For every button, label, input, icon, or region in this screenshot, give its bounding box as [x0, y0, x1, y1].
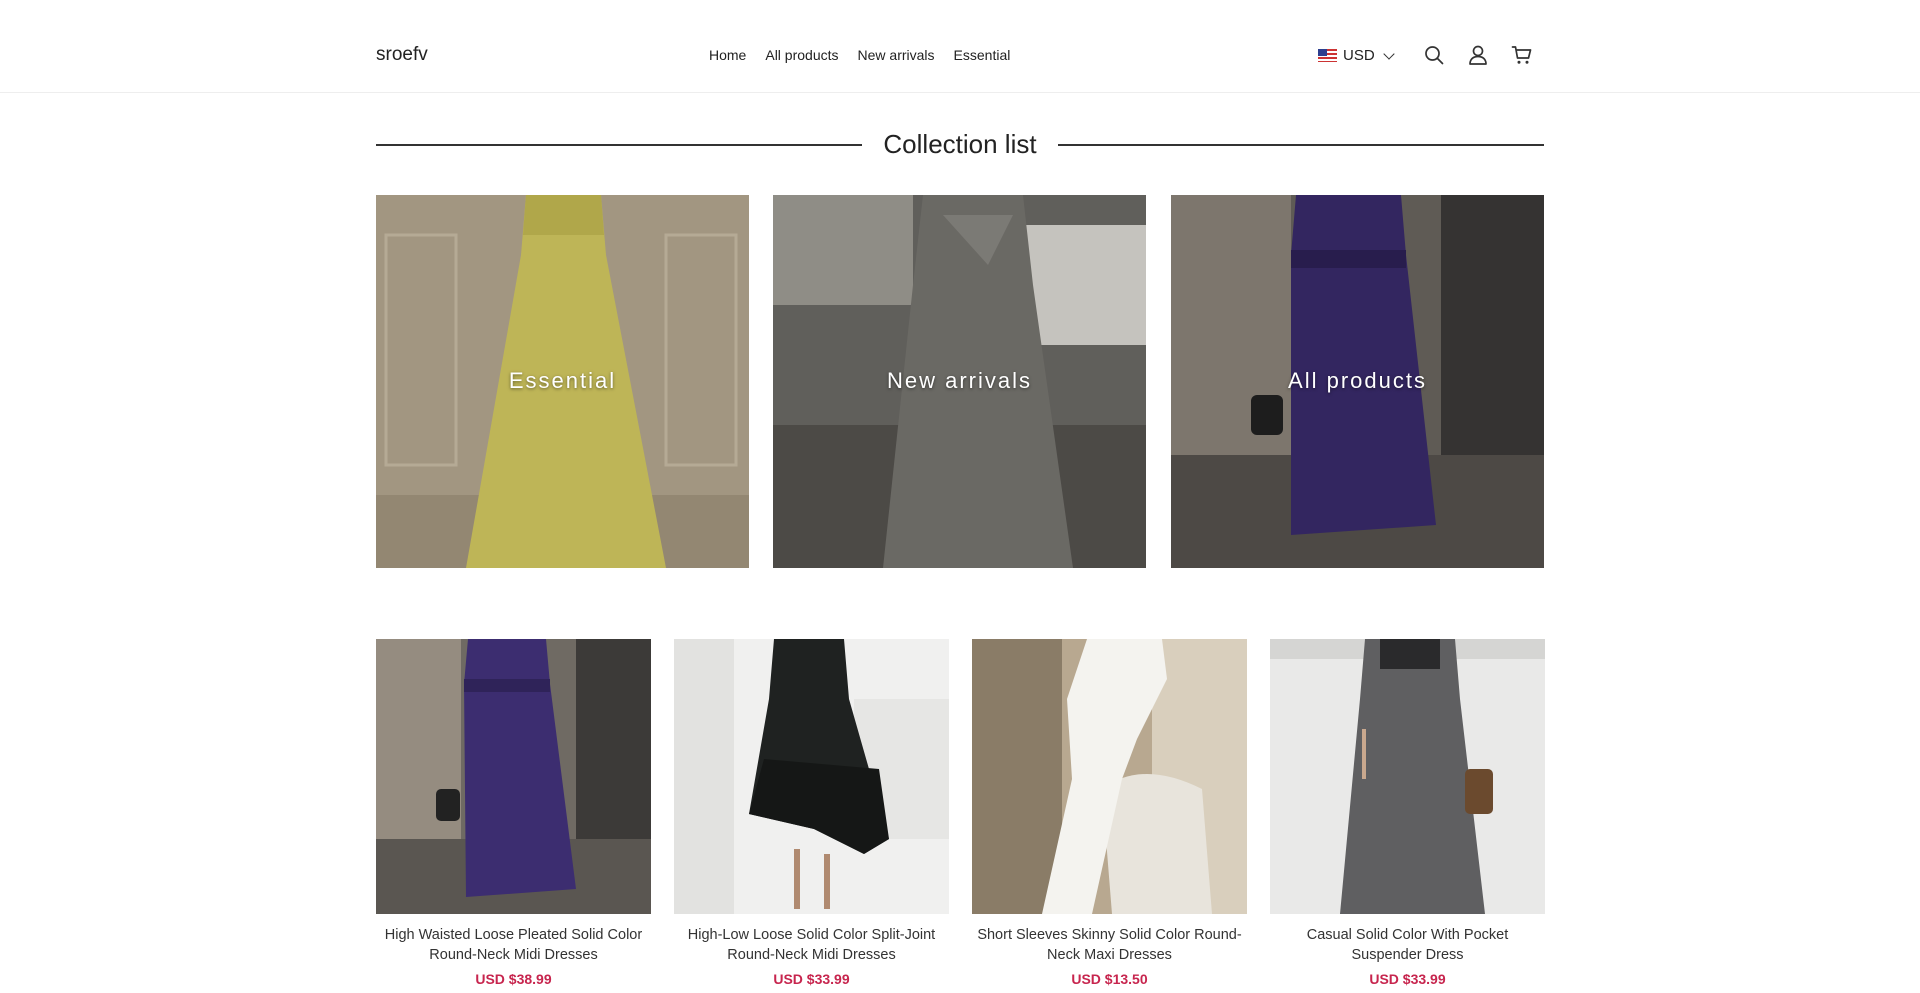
product-card[interactable]: Casual Solid Color With Pocket Suspender…	[1270, 639, 1545, 987]
product-card[interactable]: High Waisted Loose Pleated Solid Color R…	[376, 639, 651, 987]
product-name: Short Sleeves Skinny Solid Color Round-N…	[977, 927, 1242, 963]
collection-tile-new-arrivals[interactable]: New arrivals	[773, 195, 1146, 568]
product-card[interactable]: Short Sleeves Skinny Solid Color Round-N…	[972, 639, 1247, 987]
collection-tile-all-products[interactable]: All products	[1171, 195, 1544, 568]
collection-label: All products	[1288, 368, 1427, 393]
collection-title: Collection list	[865, 129, 1055, 159]
collection-tile-essential[interactable]: Essential	[376, 195, 749, 568]
store-logo[interactable]: sroefv	[376, 44, 428, 66]
main-nav: Home All products New arrivals Essential	[709, 47, 1010, 63]
product-image	[376, 639, 651, 914]
product-name: High-Low Loose Solid Color Split-Joint R…	[687, 927, 936, 963]
site-header: sroefv Home All products New arrivals Es…	[0, 0, 1920, 93]
nav-all-products[interactable]: All products	[765, 47, 838, 63]
product-image	[674, 639, 949, 914]
product-price: USD $33.99	[1369, 971, 1446, 987]
product-card[interactable]: High-Low Loose Solid Color Split-Joint R…	[674, 639, 949, 987]
currency-label: USD	[1343, 47, 1375, 64]
nav-new-arrivals[interactable]: New arrivals	[858, 47, 935, 63]
product-name: Casual Solid Color With Pocket Suspender…	[1306, 927, 1509, 963]
chevron-down-icon	[1383, 47, 1395, 60]
search-icon[interactable]	[1423, 44, 1445, 66]
product-price: USD $13.50	[1071, 971, 1148, 987]
collection-heading: Collection list	[376, 126, 1544, 162]
product-name: High Waisted Loose Pleated Solid Color R…	[384, 927, 643, 963]
product-price: USD $33.99	[773, 971, 850, 987]
currency-selector[interactable]: USD	[1318, 47, 1395, 64]
collection-label: Essential	[508, 368, 617, 393]
product-image	[1270, 639, 1545, 914]
us-flag-icon	[1318, 49, 1337, 62]
nav-home[interactable]: Home	[709, 47, 746, 63]
product-image	[972, 639, 1247, 914]
cart-icon[interactable]	[1511, 44, 1533, 66]
collection-label: New arrivals	[886, 368, 1033, 393]
account-icon[interactable]	[1467, 44, 1489, 66]
nav-essential[interactable]: Essential	[954, 47, 1011, 63]
product-price: USD $38.99	[475, 971, 552, 987]
